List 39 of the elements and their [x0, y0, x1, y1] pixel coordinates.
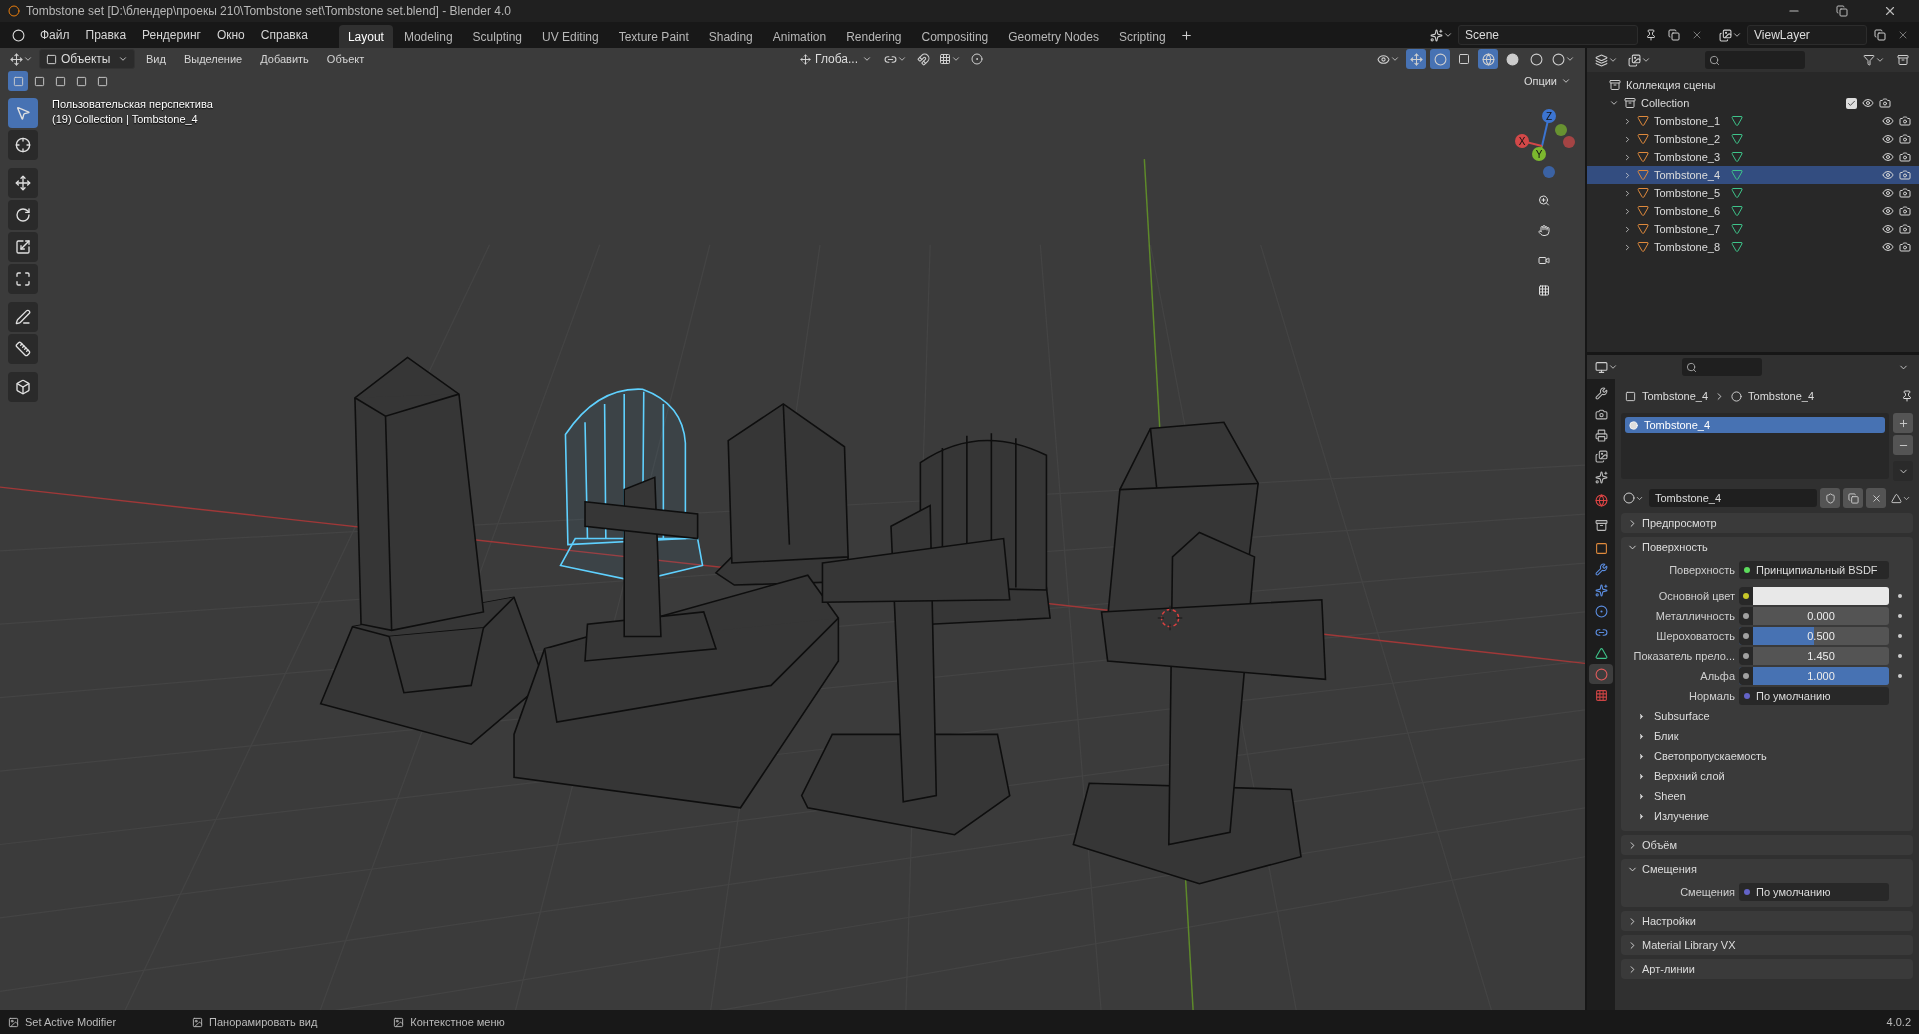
gizmo-axis-label: Y [1535, 149, 1543, 160]
panel-title: Material Library VX [1642, 939, 1736, 951]
subpanel-title: Светопропускаемость [1654, 750, 1767, 762]
subpanel-title: Верхний слой [1654, 770, 1725, 782]
viewport-info-text: (19) Collection | Tombstone_4 [52, 113, 199, 125]
property-label: Нормаль [1688, 690, 1735, 702]
subpanel-title: Subsurface [1654, 710, 1710, 722]
outliner-item-name: Tombstone_4 [1654, 169, 1722, 181]
panel-title: Настройки [1642, 915, 1696, 927]
outliner-item-name: Tombstone_8 [1654, 241, 1722, 253]
property-label: Показатель прело... [1632, 650, 1735, 662]
window-title: Tombstone set [D:\блендер\проекы 210\Tombstone set\Tombstone set.blend] - Blender 4.0 [26, 4, 512, 18]
panel-title: Объём [1642, 839, 1678, 851]
panel-title: Смещения [1642, 863, 1697, 875]
outliner-item-name: Tombstone_1 [1654, 115, 1722, 127]
status-hint: Set Active Modifier [25, 1016, 117, 1028]
outliner-item-name: Tombstone_2 [1654, 133, 1722, 145]
property-label: Смещения [1679, 886, 1735, 898]
panel-title: Арт-линии [1642, 963, 1695, 975]
viewport-info-text: Пользовательская перспектива [52, 98, 213, 110]
property-label: Основной цвет [1657, 590, 1735, 602]
subpanel-title: Излучение [1654, 810, 1709, 822]
status-hint: Контекстное меню [410, 1016, 505, 1028]
subpanel-title: Блик [1654, 730, 1679, 742]
gizmo-axis-label: X [1518, 136, 1526, 147]
outliner-item-name: Tombstone_6 [1654, 205, 1722, 217]
status-hint: Панорамировать вид [209, 1016, 318, 1028]
property-label: Альфа [1699, 670, 1735, 682]
property-label: Металличность [1654, 610, 1735, 622]
outliner-item-name: Tombstone_5 [1654, 187, 1722, 199]
property-label: Шероховатость [1655, 630, 1735, 642]
gizmo-axis-label: Z [1545, 111, 1553, 122]
panel-title: Поверхность [1642, 541, 1708, 553]
property-label: Поверхность [1668, 564, 1735, 576]
version-text: 4.0.2 [1886, 1016, 1911, 1028]
outliner-item-name: Tombstone_7 [1654, 223, 1722, 235]
panel-title: Предпросмотр [1642, 517, 1717, 529]
outliner-item-name: Tombstone_3 [1654, 151, 1722, 163]
subpanel-title: Sheen [1654, 790, 1686, 802]
